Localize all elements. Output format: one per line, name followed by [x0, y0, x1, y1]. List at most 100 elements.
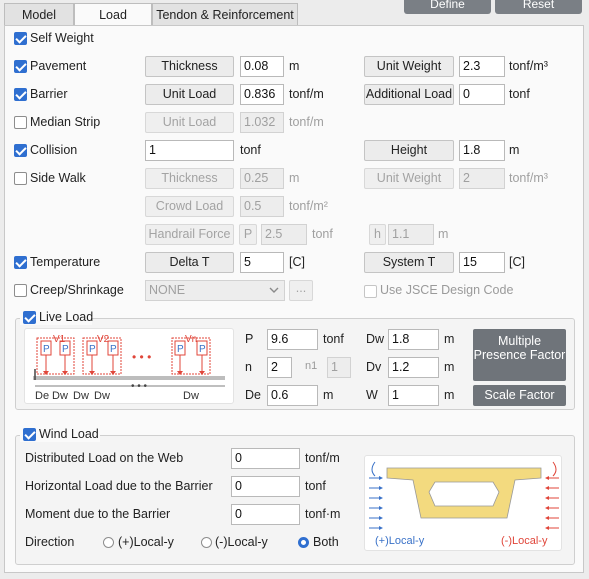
live-n1-input[interactable]: 1	[327, 357, 351, 378]
collision-height-input[interactable]: 1.8	[459, 140, 505, 161]
diagram-v1: V1	[53, 334, 66, 345]
collision-checkbox[interactable]	[14, 144, 27, 157]
define-button[interactable]: Define	[404, 0, 491, 14]
side-walk-unit-weight-unit: tonf/m³	[509, 171, 548, 185]
pavement-unit-weight-button[interactable]: Unit Weight	[364, 56, 454, 77]
live-dw-unit: m	[444, 332, 455, 346]
live-p-input[interactable]: 9.6	[267, 329, 318, 350]
collision-height-unit: m	[509, 143, 520, 157]
crowd-load-button[interactable]: Crowd Load	[145, 196, 234, 217]
multiple-presence-factor-button[interactable]: Multiple Presence Factor	[473, 329, 566, 381]
barrier-unit-load-input[interactable]: 0.836	[240, 84, 284, 105]
live-load-diagram-svg: P P P P P P V1 V2 Vn • • • • • • De Dw D…	[33, 334, 225, 402]
median-strip-unit-load-button[interactable]: Unit Load	[145, 112, 234, 133]
wind-distributed-input[interactable]: 0	[231, 448, 300, 469]
delta-t-button[interactable]: Delta T	[145, 252, 234, 273]
wind-moment-label: Moment due to the Barrier	[25, 507, 171, 521]
live-de-input[interactable]: 0.6	[267, 385, 318, 406]
direction-minus-radio[interactable]	[201, 537, 212, 548]
collision-height-button[interactable]: Height	[364, 140, 454, 161]
live-load-label: Live Load	[39, 310, 94, 324]
collision-input[interactable]: 1	[145, 140, 234, 161]
median-strip-label: Median Strip	[30, 115, 101, 129]
direction-plus-label: (+)Local-y	[118, 535, 174, 549]
median-strip-unit-load-input[interactable]: 1.032	[240, 112, 284, 133]
live-dw-input[interactable]: 1.8	[388, 329, 439, 350]
pavement-unit-weight-input[interactable]: 2.3	[459, 56, 505, 77]
scale-factor-button[interactable]: Scale Factor	[473, 385, 566, 406]
diagram-p-3: P	[89, 344, 96, 355]
diagram-dw-1: Dw	[52, 390, 68, 402]
side-walk-checkbox[interactable]	[14, 172, 27, 185]
barrier-label: Barrier	[30, 87, 68, 101]
wind-load-checkbox[interactable]	[23, 428, 36, 441]
system-t-unit: [C]	[509, 255, 525, 269]
side-walk-thickness-input[interactable]: 0.25	[240, 168, 284, 189]
direction-both-radio[interactable]	[298, 537, 309, 548]
creep-ellipsis-button[interactable]: ...	[289, 280, 313, 301]
reset-button[interactable]: Reset	[495, 0, 582, 14]
wind-horizontal-unit: tonf	[305, 479, 326, 493]
system-t-input[interactable]: 15	[459, 252, 505, 273]
side-walk-thickness-button[interactable]: Thickness	[145, 168, 234, 189]
system-t-button[interactable]: System T	[364, 252, 454, 273]
creep-method-select[interactable]: NONE	[145, 280, 285, 301]
diagram-dots-bottom: • • •	[131, 381, 148, 392]
diagram-de: De	[35, 390, 49, 402]
handrail-h-input[interactable]: 1.1	[388, 224, 434, 245]
temperature-checkbox[interactable]	[14, 256, 27, 269]
crowd-load-input[interactable]: 0.5	[240, 196, 284, 217]
barrier-additional-load-button[interactable]: Additional Load	[364, 84, 454, 105]
creep-method-value: NONE	[149, 283, 186, 297]
wind-load-diagram: (+)Local-y (-)Local-y	[364, 455, 562, 551]
wind-distributed-label: Distributed Load on the Web	[25, 451, 184, 465]
tab-model[interactable]: Model	[4, 3, 74, 25]
side-walk-unit-weight-button[interactable]: Unit Weight	[364, 168, 454, 189]
live-n1-label: n1	[305, 360, 318, 372]
jsce-checkbox[interactable]	[364, 285, 377, 298]
live-load-checkbox[interactable]	[23, 311, 36, 324]
self-weight-checkbox[interactable]	[14, 32, 27, 45]
delta-t-unit: [C]	[289, 255, 305, 269]
tab-load[interactable]: Load	[74, 3, 152, 27]
live-w-input[interactable]: 1	[388, 385, 439, 406]
tab-tendon-reinforcement[interactable]: Tendon & Reinforcement	[152, 3, 298, 25]
barrier-unit-load-unit: tonf/m	[289, 87, 324, 101]
collision-label: Collision	[30, 143, 78, 157]
pavement-thickness-button[interactable]: Thickness	[145, 56, 234, 77]
live-dv-input[interactable]: 1.2	[388, 357, 439, 378]
diagram-p-4: P	[110, 344, 117, 355]
handrail-h-button[interactable]: h	[369, 224, 386, 245]
side-walk-thickness-unit: m	[289, 171, 300, 185]
delta-t-input[interactable]: 5	[240, 252, 284, 273]
side-walk-label: Side Walk	[30, 171, 86, 185]
handrail-force-button[interactable]: Handrail Force	[145, 224, 234, 245]
handrail-p-button[interactable]: P	[239, 224, 257, 245]
direction-plus-radio[interactable]	[103, 537, 114, 548]
self-weight-label: Self Weight	[30, 31, 94, 45]
handrail-force-unit: tonf	[312, 227, 333, 241]
deck-bar	[33, 376, 225, 380]
wind-horizontal-input[interactable]: 0	[231, 476, 300, 497]
diagram-dw-2: Dw	[73, 390, 89, 402]
diagram-p-2: P	[62, 344, 69, 355]
creep-shrinkage-checkbox[interactable]	[14, 284, 27, 297]
live-n-label: n	[245, 360, 252, 374]
wind-moment-unit: tonf·m	[305, 507, 341, 521]
pavement-thickness-input[interactable]: 0.08	[240, 56, 284, 77]
side-walk-unit-weight-input[interactable]: 2	[459, 168, 505, 189]
live-de-label: De	[245, 388, 261, 402]
median-strip-checkbox[interactable]	[14, 116, 27, 129]
wind-horizontal-label: Horizontal Load due to the Barrier	[25, 479, 213, 493]
barrier-additional-load-input[interactable]: 0	[459, 84, 505, 105]
pavement-checkbox[interactable]	[14, 60, 27, 73]
handrail-force-input[interactable]: 2.5	[261, 224, 307, 245]
diagram-p-6: P	[199, 344, 206, 355]
barrier-unit-load-button[interactable]: Unit Load	[145, 84, 234, 105]
barrier-checkbox[interactable]	[14, 88, 27, 101]
pavement-label: Pavement	[30, 59, 87, 73]
wind-distributed-unit: tonf/m	[305, 451, 340, 465]
wind-moment-input[interactable]: 0	[231, 504, 300, 525]
wind-load-diagram-svg: (+)Local-y (-)Local-y	[369, 461, 559, 547]
live-n-input[interactable]: 2	[267, 357, 292, 378]
